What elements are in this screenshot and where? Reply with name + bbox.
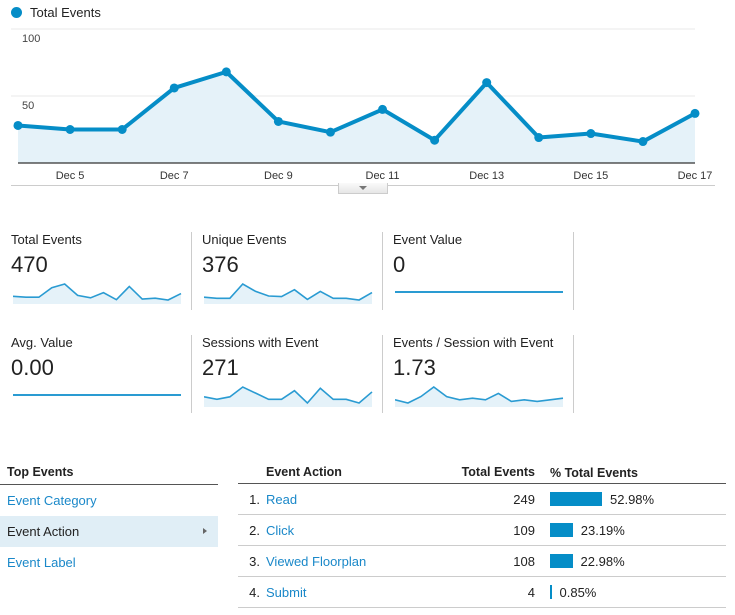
legend-label: Total Events [30,5,101,20]
pct-cell: 0.85% [550,577,726,607]
top-events-nav: Top Events Event Category Event Action E… [0,462,218,578]
x-tick-label: Dec 11 [366,170,400,182]
data-point[interactable] [325,127,335,137]
sparkline [395,386,564,407]
caret-down-icon [359,186,367,190]
data-point[interactable] [586,129,596,139]
data-point[interactable] [690,108,700,118]
event-action-link[interactable]: Viewed Floorplan [266,546,446,576]
data-point[interactable] [482,78,492,88]
nav-item-event-category[interactable]: Event Category [0,485,218,516]
event-action-link[interactable]: Click [266,515,446,545]
pct-bar [550,492,602,506]
x-tick-label: Dec 17 [678,170,713,182]
caret-right-icon [203,528,207,534]
metric-label: Total Events [11,232,82,247]
pct-bar [550,554,573,568]
x-tick-label: Dec 5 [56,170,85,182]
sparkline [13,283,182,304]
total-events-value: 249 [513,492,535,507]
data-point[interactable] [430,135,440,145]
data-point[interactable] [117,125,127,134]
x-tick-label: Dec 13 [469,170,504,182]
pct-bar [550,585,552,599]
x-tick-label: Dec 9 [264,170,293,182]
sparkline [395,291,563,293]
x-tick-label: Dec 7 [160,170,189,182]
metric-divider [573,232,574,310]
pct-cell: 23.19% [550,515,726,545]
nav-label: Event Label [7,555,76,570]
nav-label: Event Category [7,493,97,508]
event-action-link[interactable]: Read [266,484,446,514]
chart-legend[interactable]: Total Events [11,5,101,20]
main-line-chart: 100 50 Dec 5 Dec 7 Dec 9 Dec 11 Dec 13 Dec 15 De… [11,28,715,186]
x-tick-label: Dec 15 [573,170,608,182]
row-number: 3. [249,554,260,569]
metric-label: Avg. Value [11,335,73,350]
data-point[interactable] [273,116,283,126]
metric-events-session-with-event[interactable]: Events / Session with Event 1.73 [393,335,571,415]
pct-cell: 52.98% [550,484,726,514]
data-point[interactable] [638,137,648,147]
event-action-table: Event Action Total Events % Total Events… [238,462,726,608]
data-point[interactable] [534,133,544,143]
nav-item-event-action[interactable]: Event Action [0,516,218,547]
metric-sessions-with-event[interactable]: Sessions with Event 271 [202,335,380,415]
metric-divider [382,335,383,413]
metric-total-events[interactable]: Total Events 470 [11,232,189,312]
area-fill [18,71,695,163]
pct-value: 23.19% [580,522,625,538]
col-pct-total[interactable]: % Total Events [550,462,726,483]
metric-divider [191,232,192,310]
col-event-action[interactable]: Event Action [266,462,446,483]
table-row: 3. Viewed Floorplan 108 22.98% [238,546,726,577]
metric-label: Sessions with Event [202,335,319,350]
total-events-value: 4 [527,585,535,600]
col-total-events[interactable]: Total Events [446,462,550,483]
metric-avg-value[interactable]: Avg. Value 0.00 [11,335,189,415]
table-header: Event Action Total Events % Total Events [238,462,726,484]
legend-dot-icon [11,7,22,18]
sparkline [13,394,181,396]
top-events-header: Top Events [0,462,218,485]
data-point[interactable] [13,120,23,130]
chart-resize-handle[interactable] [338,183,388,194]
row-number: 1. [249,492,260,507]
total-events-value: 109 [513,523,535,538]
y-tick-label: 50 [22,100,34,112]
metric-divider [191,335,192,413]
metric-unique-events[interactable]: Unique Events 376 [202,232,380,312]
y-tick-label: 100 [22,33,40,45]
table-row: 1. Read 249 52.98% [238,484,726,515]
metric-label: Event Value [393,232,463,247]
pct-bar [550,523,573,537]
data-point[interactable] [65,125,75,134]
data-point[interactable] [221,67,231,77]
nav-item-event-label[interactable]: Event Label [0,547,218,578]
metric-divider [382,232,383,310]
row-number: 4. [249,585,260,600]
nav-label: Event Action [7,524,80,539]
metric-label: Events / Session with Event [393,335,554,350]
row-number: 2. [249,523,260,538]
event-action-link[interactable]: Submit [266,577,446,607]
metric-label: Unique Events [202,232,287,247]
data-point[interactable] [378,104,388,114]
total-events-value: 108 [513,554,535,569]
pct-value: 22.98% [580,553,625,569]
data-point[interactable] [169,83,179,93]
sparkline-fill [13,284,181,304]
pct-value: 0.85% [559,584,597,600]
pct-value: 52.98% [610,491,655,507]
table-row: 4. Submit 4 0.85% [238,577,726,608]
pct-cell: 22.98% [550,546,726,576]
metric-divider [573,335,574,413]
metric-event-value[interactable]: Event Value 0 [393,232,571,312]
sparkline [204,282,373,304]
table-row: 2. Click 109 23.19% [238,515,726,546]
sparkline [204,386,373,407]
